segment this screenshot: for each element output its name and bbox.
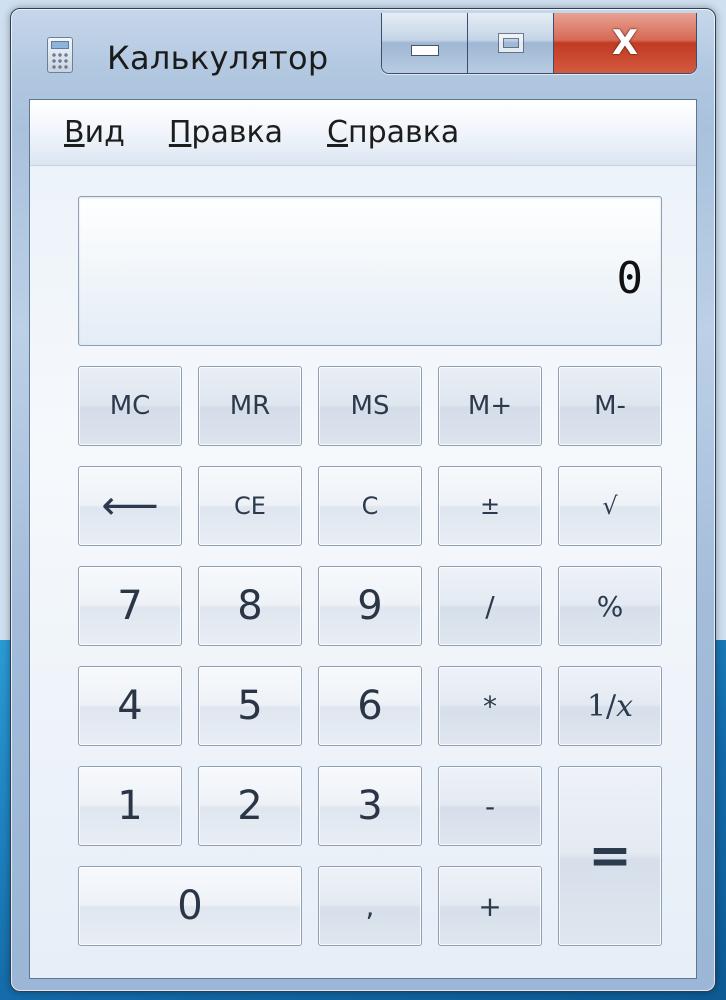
calculator-window: Калькулятор X Вид Правка Справка 0 MC MR… bbox=[10, 8, 716, 992]
client-area: Вид Правка Справка 0 MC MR MS M+ M- ⟵ CE… bbox=[29, 99, 697, 979]
clear-entry-button[interactable]: CE bbox=[198, 466, 302, 546]
minimize-icon bbox=[410, 44, 439, 56]
percent-button[interactable]: % bbox=[558, 566, 662, 646]
backspace-button[interactable]: ⟵ bbox=[78, 466, 182, 546]
minus-button[interactable]: - bbox=[438, 766, 542, 846]
digit-4-button[interactable]: 4 bbox=[78, 666, 182, 746]
memory-subtract-button[interactable]: M- bbox=[558, 366, 662, 446]
backspace-arrow-icon: ⟵ bbox=[101, 483, 159, 529]
memory-store-button[interactable]: MS bbox=[318, 366, 422, 446]
display-value: 0 bbox=[616, 253, 644, 304]
calculator-app-icon bbox=[47, 37, 73, 73]
square-root-button[interactable]: √ bbox=[558, 466, 662, 546]
menu-bar: Вид Правка Справка bbox=[30, 100, 696, 166]
result-display: 0 bbox=[78, 196, 662, 346]
digit-0-button[interactable]: 0 bbox=[78, 866, 302, 946]
maximize-button[interactable] bbox=[468, 13, 554, 73]
digit-2-button[interactable]: 2 bbox=[198, 766, 302, 846]
reciprocal-button[interactable]: 1/x bbox=[558, 666, 662, 746]
memory-clear-button[interactable]: MC bbox=[78, 366, 182, 446]
title-bar[interactable]: Калькулятор X bbox=[11, 9, 715, 97]
clear-button[interactable]: C bbox=[318, 466, 422, 546]
digit-9-button[interactable]: 9 bbox=[318, 566, 422, 646]
memory-add-button[interactable]: M+ bbox=[438, 366, 542, 446]
decimal-comma-button[interactable]: , bbox=[318, 866, 422, 946]
menu-view[interactable]: Вид bbox=[64, 115, 125, 150]
digit-3-button[interactable]: 3 bbox=[318, 766, 422, 846]
multiply-button[interactable]: * bbox=[438, 666, 542, 746]
equals-button[interactable]: = bbox=[558, 766, 662, 946]
close-button[interactable]: X bbox=[554, 13, 696, 73]
maximize-icon bbox=[497, 33, 524, 53]
menu-edit[interactable]: Правка bbox=[169, 115, 283, 150]
menu-help[interactable]: Справка bbox=[327, 115, 459, 150]
window-title: Калькулятор bbox=[107, 39, 329, 77]
caption-buttons: X bbox=[381, 13, 697, 74]
minimize-button[interactable] bbox=[382, 13, 468, 73]
divide-button[interactable]: / bbox=[438, 566, 542, 646]
plus-minus-button[interactable]: ± bbox=[438, 466, 542, 546]
close-icon: X bbox=[611, 23, 639, 63]
digit-6-button[interactable]: 6 bbox=[318, 666, 422, 746]
digit-7-button[interactable]: 7 bbox=[78, 566, 182, 646]
digit-1-button[interactable]: 1 bbox=[78, 766, 182, 846]
memory-recall-button[interactable]: MR bbox=[198, 366, 302, 446]
digit-8-button[interactable]: 8 bbox=[198, 566, 302, 646]
plus-button[interactable]: + bbox=[438, 866, 542, 946]
digit-5-button[interactable]: 5 bbox=[198, 666, 302, 746]
